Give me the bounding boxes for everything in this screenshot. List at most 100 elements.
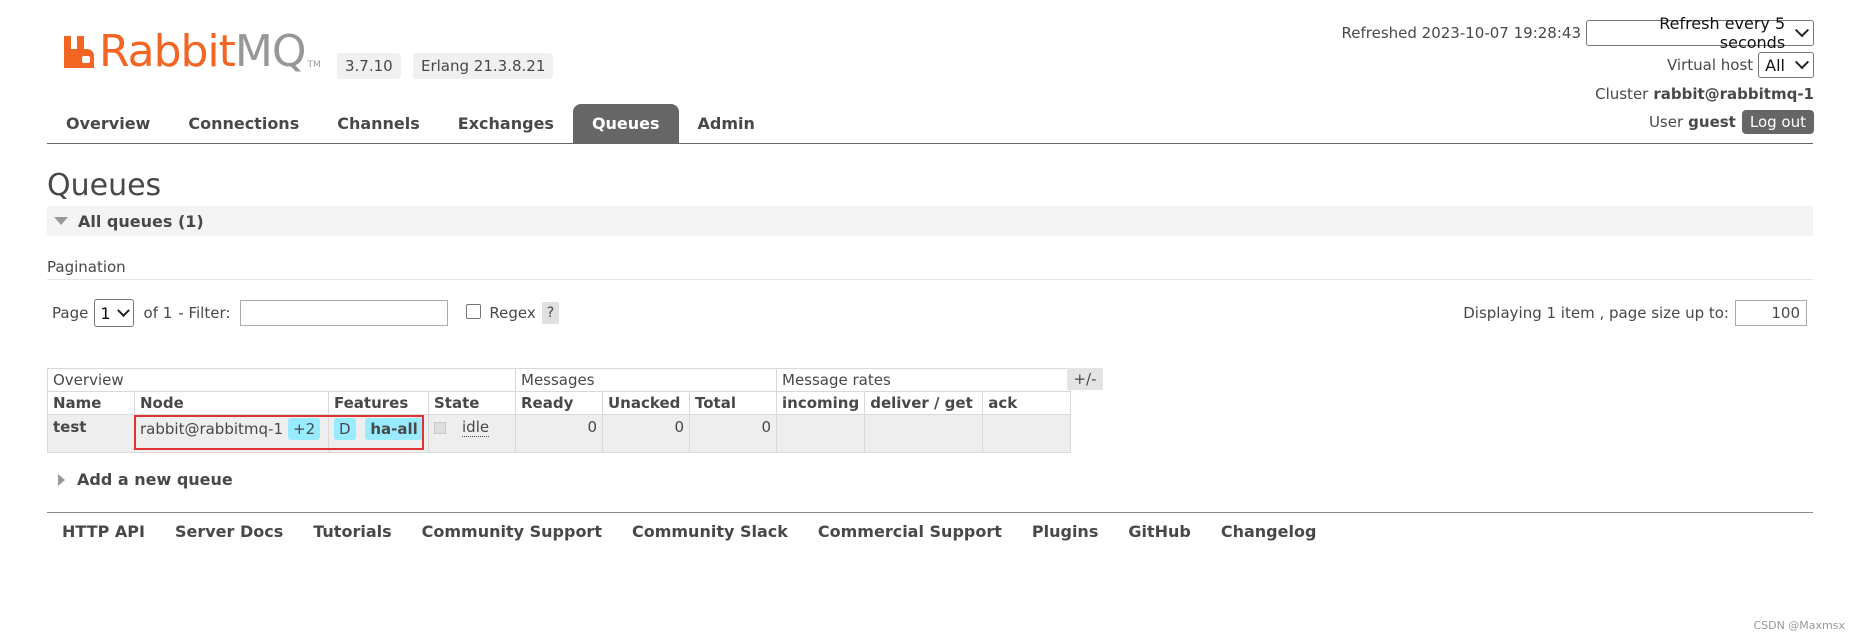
logo-trademark: TM [307, 60, 321, 70]
queue-features-cell: D ha-all [328, 414, 429, 453]
nav-divider [47, 143, 1813, 144]
footer-links: HTTP API Server Docs Tutorials Community… [47, 520, 1331, 544]
refresh-interval-value: Refresh every 5 seconds [1659, 14, 1786, 52]
ack-rate [982, 414, 1072, 453]
table-header-row: Name Node Features State Ready Unacked T… [47, 391, 1072, 415]
queue-node: rabbit@rabbitmq-1 [140, 420, 283, 438]
queues-table: Overview Messages Message rates Name Nod… [47, 368, 1072, 453]
col-incoming[interactable]: incoming [775, 391, 866, 415]
version-badge: 3.7.10 [337, 53, 401, 79]
regex-help-button[interactable]: ? [541, 302, 560, 324]
footer-link-community-support[interactable]: Community Support [407, 520, 617, 544]
footer-link-plugins[interactable]: Plugins [1017, 520, 1113, 544]
footer-link-tutorials[interactable]: Tutorials [298, 520, 406, 544]
footer-link-changelog[interactable]: Changelog [1206, 520, 1332, 544]
cluster-label: Cluster [1595, 85, 1649, 103]
col-node[interactable]: Node [134, 391, 329, 415]
pagination-heading: Pagination [47, 258, 126, 276]
durable-feature-badge[interactable]: D [334, 418, 356, 440]
user-label: User [1648, 113, 1684, 131]
table-row[interactable]: test rabbit@rabbitmq-1 +2 D ha-all idle … [47, 414, 1072, 453]
regex-checkbox[interactable] [466, 304, 482, 319]
unacked-count: 0 [602, 414, 690, 453]
pagination-divider [47, 279, 1813, 280]
queue-node-cell: rabbit@rabbitmq-1 +2 [134, 414, 329, 453]
virtual-host-label: Virtual host [1666, 56, 1754, 74]
rabbit-logo-icon [64, 36, 94, 68]
watermark-text: CSDN @Maxmsx [1753, 619, 1845, 632]
queue-state-cell: idle [428, 414, 516, 453]
col-unacked[interactable]: Unacked [602, 391, 690, 415]
refresh-interval-select[interactable]: Refresh every 5 seconds [1586, 14, 1814, 52]
queue-name-link[interactable]: test [53, 418, 86, 436]
table-group-header-row: Overview Messages Message rates [47, 368, 1072, 392]
deliver-get-rate [864, 414, 984, 453]
col-ready[interactable]: Ready [515, 391, 603, 415]
all-queues-title: All queues (1) [78, 211, 204, 231]
chevron-down-icon [1794, 55, 1810, 70]
tab-connections[interactable]: Connections [169, 104, 318, 144]
displaying-count: Displaying 1 item , page size up to: [1463, 304, 1729, 322]
display-info: Displaying 1 item , page size up to: 100 [1463, 300, 1807, 326]
header-status-panel: Refreshed 2023-10-07 19:28:43 Refresh ev… [1341, 14, 1814, 136]
page-label: Page [52, 304, 89, 322]
tab-queues[interactable]: Queues [572, 104, 679, 144]
page-title: Queues [47, 168, 162, 203]
logout-button[interactable]: Log out [1741, 110, 1814, 134]
logo-text-mq: MQ [234, 26, 307, 77]
collapse-triangle-icon [54, 217, 68, 225]
all-queues-section-toggle[interactable]: All queues (1) [47, 206, 1813, 236]
group-message-rates: Message rates [775, 368, 1072, 392]
footer-link-community-slack[interactable]: Community Slack [617, 520, 803, 544]
col-deliver-get[interactable]: deliver / get [864, 391, 984, 415]
footer-link-commercial-support[interactable]: Commercial Support [803, 520, 1017, 544]
column-toggle-button[interactable]: +/- [1067, 368, 1103, 390]
filter-label: - Filter: [178, 304, 231, 322]
col-state[interactable]: State [428, 391, 516, 415]
footer-divider [47, 512, 1813, 513]
logo-text-rabbit: Rabbit [99, 26, 236, 77]
tab-overview[interactable]: Overview [47, 104, 169, 144]
queue-name-cell[interactable]: test [47, 414, 135, 453]
page-select-value: 1 [100, 303, 111, 323]
filter-input[interactable] [240, 300, 449, 326]
add-queue-section-toggle[interactable]: Add a new queue [58, 470, 233, 489]
add-queue-title: Add a new queue [77, 470, 233, 489]
rabbitmq-management-app: Rabbit MQ TM 3.7.10 Erlang 21.3.8.21 Refre… [0, 0, 1859, 640]
pagination-controls: Page 1 of 1 - Filter: Regex ? [52, 297, 565, 329]
queue-state: idle [462, 418, 490, 437]
ready-count: 0 [515, 414, 603, 453]
footer-link-server-docs[interactable]: Server Docs [160, 520, 298, 544]
page-select[interactable]: 1 [94, 299, 134, 327]
page-size-input[interactable]: 100 [1735, 300, 1807, 326]
chevron-down-icon [116, 303, 130, 317]
mirror-count-badge[interactable]: +2 [288, 418, 321, 440]
expand-triangle-icon [58, 473, 65, 486]
col-name[interactable]: Name [47, 391, 135, 415]
main-nav: Overview Connections Channels Exchanges … [47, 104, 774, 144]
virtual-host-value: All [1765, 55, 1785, 75]
policy-badge[interactable]: ha-all [365, 418, 423, 440]
group-messages: Messages [515, 368, 777, 392]
tab-admin[interactable]: Admin [679, 104, 774, 144]
refreshed-timestamp: Refreshed 2023-10-07 19:28:43 [1341, 24, 1581, 42]
page-count: of 1 [143, 304, 173, 322]
footer-link-github[interactable]: GitHub [1113, 520, 1206, 544]
col-features[interactable]: Features [328, 391, 429, 415]
rabbitmq-logo[interactable]: Rabbit MQ TM [62, 27, 321, 77]
regex-label: Regex [489, 304, 536, 322]
group-overview: Overview [47, 368, 516, 392]
total-count: 0 [689, 414, 777, 453]
state-indicator-icon [434, 421, 446, 434]
virtual-host-select[interactable]: All [1758, 52, 1814, 78]
col-ack[interactable]: ack [982, 391, 1072, 415]
col-total[interactable]: Total [689, 391, 777, 415]
erlang-version-badge: Erlang 21.3.8.21 [413, 53, 554, 79]
incoming-rate [775, 414, 866, 453]
tab-exchanges[interactable]: Exchanges [439, 104, 573, 144]
tab-channels[interactable]: Channels [318, 104, 439, 144]
user-name: guest [1688, 113, 1736, 131]
cluster-name: rabbit@rabbitmq-1 [1653, 85, 1814, 103]
chevron-down-icon [1795, 23, 1810, 38]
footer-link-http-api[interactable]: HTTP API [47, 520, 160, 544]
